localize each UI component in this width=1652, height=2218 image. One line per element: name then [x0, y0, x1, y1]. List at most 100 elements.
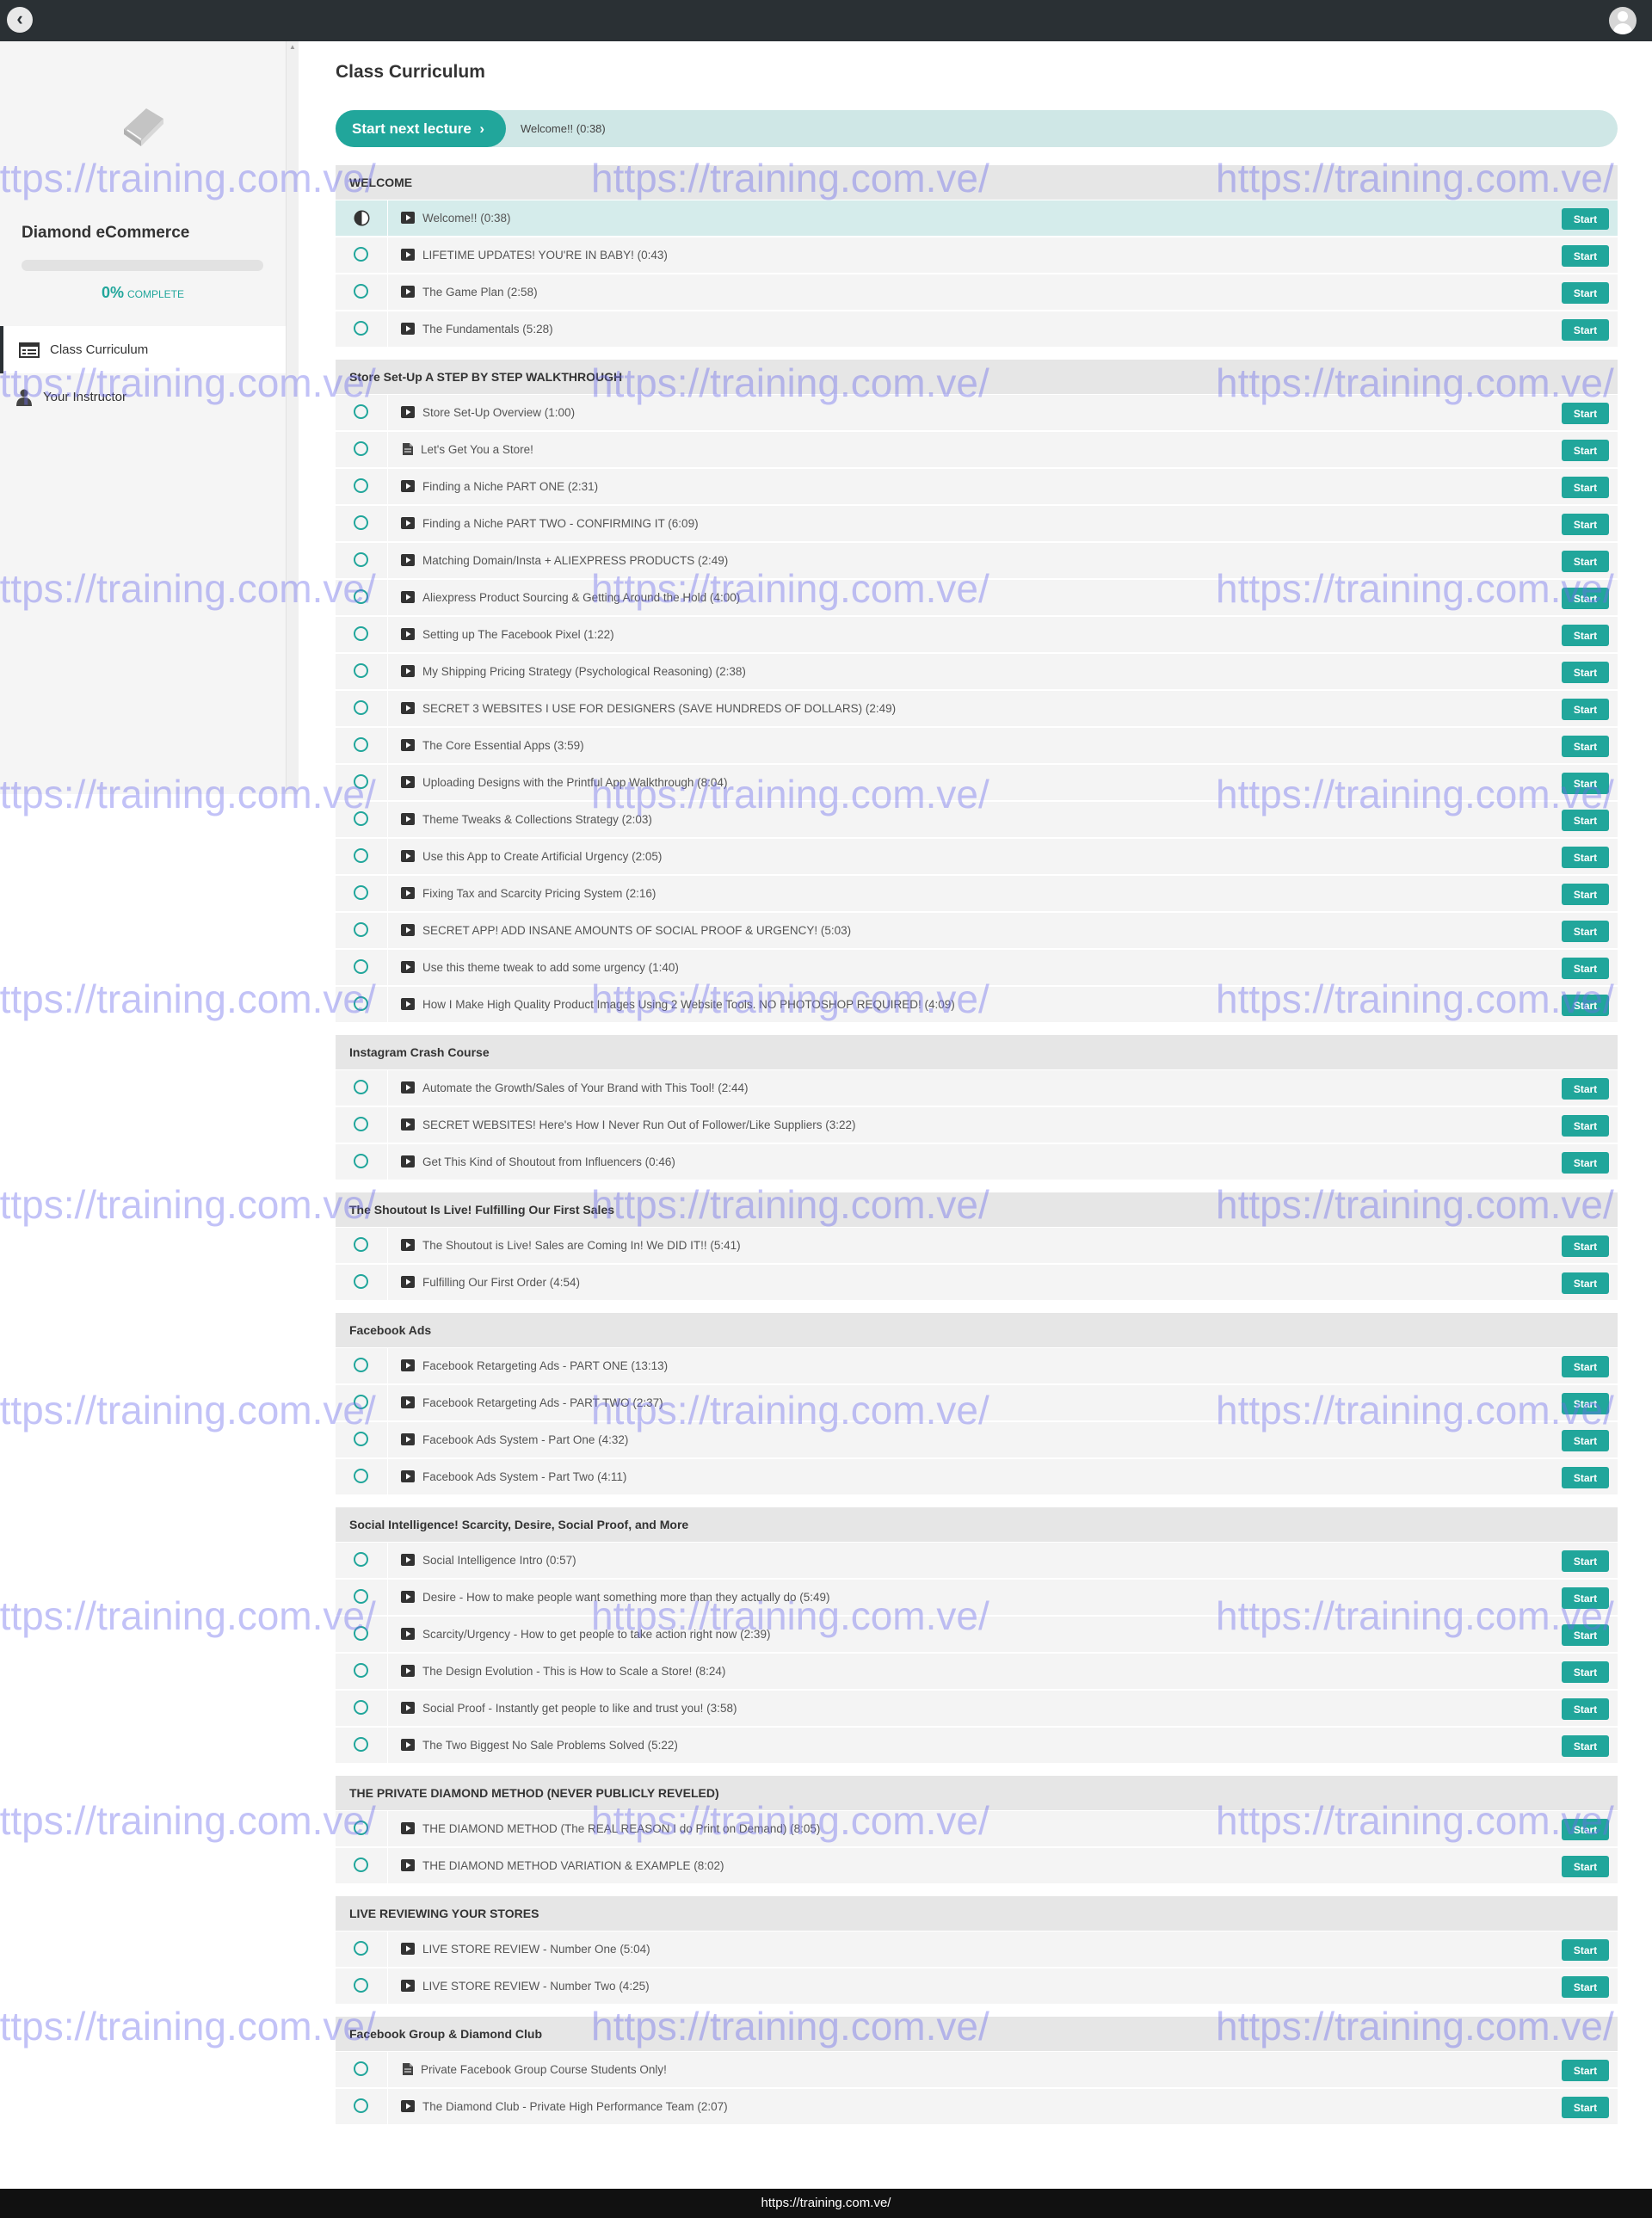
lecture-title[interactable]: How I Make High Quality Product Images U…	[422, 987, 955, 1023]
start-lecture-button[interactable]: Start	[1562, 282, 1609, 304]
lecture-title[interactable]: LIVE STORE REVIEW - Number One (5:04)	[422, 1932, 650, 1968]
start-lecture-button[interactable]: Start	[1562, 1235, 1609, 1257]
lecture-title[interactable]: Scarcity/Urgency - How to get people to …	[422, 1617, 770, 1653]
lecture-title[interactable]: Fixing Tax and Scarcity Pricing System (…	[422, 876, 656, 912]
lecture-title[interactable]: Facebook Retargeting Ads - PART ONE (13:…	[422, 1348, 668, 1384]
lecture-title[interactable]: Store Set-Up Overview (1:00)	[422, 395, 575, 431]
lecture-title[interactable]: My Shipping Pricing Strategy (Psychologi…	[422, 654, 746, 690]
lecture-title[interactable]: The Game Plan (2:58)	[422, 274, 538, 311]
lecture-title[interactable]: Facebook Retargeting Ads - PART TWO (2:3…	[422, 1385, 663, 1421]
lecture-title[interactable]: Facebook Ads System - Part One (4:32)	[422, 1422, 628, 1458]
start-lecture-button[interactable]: Start	[1562, 1550, 1609, 1572]
lecture-title[interactable]: Facebook Ads System - Part Two (4:11)	[422, 1459, 626, 1495]
lecture-row[interactable]: Aliexpress Product Sourcing & Getting Ar…	[336, 579, 1618, 615]
lecture-title[interactable]: LIFETIME UPDATES! YOU'RE IN BABY! (0:43)	[422, 237, 668, 274]
lecture-title[interactable]: The Fundamentals (5:28)	[422, 311, 553, 348]
lecture-row[interactable]: The Fundamentals (5:28) Start	[336, 311, 1618, 347]
sidebar-scrollbar[interactable]: ▲	[286, 41, 299, 794]
start-lecture-button[interactable]: Start	[1562, 625, 1609, 646]
lecture-row[interactable]: Facebook Ads System - Part Two (4:11) Sta…	[336, 1458, 1618, 1494]
lecture-title[interactable]: Use this App to Create Artificial Urgenc…	[422, 839, 662, 875]
lecture-title[interactable]: THE DIAMOND METHOD VARIATION & EXAMPLE (…	[422, 1848, 724, 1884]
lecture-row[interactable]: LIVE STORE REVIEW - Number One (5:04) Sta…	[336, 1931, 1618, 1967]
lecture-title[interactable]: Fulfilling Our First Order (4:54)	[422, 1265, 580, 1301]
lecture-title[interactable]: Matching Domain/Insta + ALIEXPRESS PRODU…	[422, 543, 728, 579]
lecture-row[interactable]: The Design Evolution - This is How to Sc…	[336, 1653, 1618, 1689]
start-lecture-button[interactable]: Start	[1562, 1735, 1609, 1757]
lecture-row[interactable]: Use this App to Create Artificial Urgenc…	[336, 838, 1618, 874]
lecture-row[interactable]: Theme Tweaks & Collections Strategy (2:0…	[336, 801, 1618, 837]
lecture-row[interactable]: Get This Kind of Shoutout from Influence…	[336, 1143, 1618, 1180]
lecture-title[interactable]: Finding a Niche PART TWO - CONFIRMING IT…	[422, 506, 699, 542]
lecture-row[interactable]: Scarcity/Urgency - How to get people to …	[336, 1616, 1618, 1652]
sidebar-item-your-instructor[interactable]: Your Instructor	[0, 373, 286, 421]
lecture-title[interactable]: The Two Biggest No Sale Problems Solved …	[422, 1728, 678, 1764]
start-lecture-button[interactable]: Start	[1562, 773, 1609, 794]
start-lecture-button[interactable]: Start	[1562, 958, 1609, 979]
next-lecture-title[interactable]: Welcome!! (0:38)	[521, 110, 606, 147]
lecture-row[interactable]: Fulfilling Our First Order (4:54) Start	[336, 1264, 1618, 1300]
start-lecture-button[interactable]: Start	[1562, 245, 1609, 267]
lecture-title[interactable]: Setting up The Facebook Pixel (1:22)	[422, 617, 614, 653]
lecture-title[interactable]: The Diamond Club - Private High Performa…	[422, 2089, 728, 2125]
lecture-row[interactable]: My Shipping Pricing Strategy (Psychologi…	[336, 653, 1618, 689]
start-lecture-button[interactable]: Start	[1562, 2097, 1609, 2118]
lecture-title[interactable]: Get This Kind of Shoutout from Influence…	[422, 1144, 675, 1180]
lecture-title[interactable]: Private Facebook Group Course Students O…	[421, 2052, 667, 2088]
start-lecture-button[interactable]: Start	[1562, 1356, 1609, 1377]
lecture-row[interactable]: SECRET WEBSITES! Here's How I Never Run …	[336, 1106, 1618, 1143]
lecture-row[interactable]: Store Set-Up Overview (1:00) Start	[336, 394, 1618, 430]
sidebar-item-class-curriculum[interactable]: Class Curriculum	[0, 326, 286, 373]
start-lecture-button[interactable]: Start	[1562, 551, 1609, 572]
start-lecture-button[interactable]: Start	[1562, 1467, 1609, 1488]
lecture-row[interactable]: Uploading Designs with the Printful App …	[336, 764, 1618, 800]
lecture-title[interactable]: Desire - How to make people want somethi…	[422, 1580, 830, 1616]
start-lecture-button[interactable]: Start	[1562, 1661, 1609, 1683]
start-lecture-button[interactable]: Start	[1562, 1819, 1609, 1840]
start-lecture-button[interactable]: Start	[1562, 995, 1609, 1016]
lecture-title[interactable]: Social Proof - Instantly get people to l…	[422, 1691, 737, 1727]
lecture-row[interactable]: Facebook Retargeting Ads - PART ONE (13:…	[336, 1347, 1618, 1383]
lecture-row[interactable]: THE DIAMOND METHOD VARIATION & EXAMPLE (…	[336, 1847, 1618, 1883]
start-lecture-button[interactable]: Start	[1562, 1976, 1609, 1998]
start-lecture-button[interactable]: Start	[1562, 208, 1609, 230]
lecture-title[interactable]: Uploading Designs with the Printful App …	[422, 765, 727, 801]
start-lecture-button[interactable]: Start	[1562, 884, 1609, 905]
lecture-row[interactable]: The Two Biggest No Sale Problems Solved …	[336, 1727, 1618, 1763]
lecture-row[interactable]: SECRET 3 WEBSITES I USE FOR DESIGNERS (S…	[336, 690, 1618, 726]
lecture-title[interactable]: SECRET APP! ADD INSANE AMOUNTS OF SOCIAL…	[422, 913, 851, 949]
start-lecture-button[interactable]: Start	[1562, 921, 1609, 942]
lecture-row[interactable]: Social Proof - Instantly get people to l…	[336, 1690, 1618, 1726]
lecture-title[interactable]: Let's Get You a Store!	[421, 432, 533, 468]
start-lecture-button[interactable]: Start	[1562, 1624, 1609, 1646]
start-next-lecture-button[interactable]: Start next lecture ›	[336, 110, 506, 147]
lecture-title[interactable]: SECRET 3 WEBSITES I USE FOR DESIGNERS (S…	[422, 691, 896, 727]
lecture-title[interactable]: SECRET WEBSITES! Here's How I Never Run …	[422, 1107, 856, 1143]
lecture-row[interactable]: LIFETIME UPDATES! YOU'RE IN BABY! (0:43)…	[336, 237, 1618, 273]
start-lecture-button[interactable]: Start	[1562, 1152, 1609, 1174]
start-lecture-button[interactable]: Start	[1562, 1939, 1609, 1961]
start-lecture-button[interactable]: Start	[1562, 319, 1609, 341]
lecture-row[interactable]: The Diamond Club - Private High Performa…	[336, 2088, 1618, 2124]
start-lecture-button[interactable]: Start	[1562, 810, 1609, 831]
lecture-row[interactable]: Use this theme tweak to add some urgency…	[336, 949, 1618, 985]
lecture-row[interactable]: Desire - How to make people want somethi…	[336, 1579, 1618, 1615]
start-lecture-button[interactable]: Start	[1562, 1393, 1609, 1414]
user-avatar-icon[interactable]	[1609, 7, 1637, 34]
lecture-row[interactable]: LIVE STORE REVIEW - Number Two (4:25) Sta…	[336, 1968, 1618, 2004]
lecture-row[interactable]: Fixing Tax and Scarcity Pricing System (…	[336, 875, 1618, 911]
lecture-row[interactable]: SECRET APP! ADD INSANE AMOUNTS OF SOCIAL…	[336, 912, 1618, 948]
lecture-title[interactable]: Theme Tweaks & Collections Strategy (2:0…	[422, 802, 652, 838]
lecture-title[interactable]: The Design Evolution - This is How to Sc…	[422, 1654, 725, 1690]
lecture-row[interactable]: How I Make High Quality Product Images U…	[336, 986, 1618, 1022]
start-lecture-button[interactable]: Start	[1562, 1430, 1609, 1451]
start-lecture-button[interactable]: Start	[1562, 699, 1609, 720]
lecture-row[interactable]: Let's Get You a Store! Start	[336, 431, 1618, 467]
lecture-row[interactable]: The Game Plan (2:58) Start	[336, 274, 1618, 310]
lecture-row[interactable]: Facebook Ads System - Part One (4:32) Sta…	[336, 1421, 1618, 1457]
start-lecture-button[interactable]: Start	[1562, 662, 1609, 683]
lecture-title[interactable]: THE DIAMOND METHOD (The REAL REASON I do…	[422, 1811, 820, 1847]
start-lecture-button[interactable]: Start	[1562, 1115, 1609, 1137]
lecture-row[interactable]: Private Facebook Group Course Students O…	[336, 2051, 1618, 2087]
lecture-row[interactable]: Facebook Retargeting Ads - PART TWO (2:3…	[336, 1384, 1618, 1420]
